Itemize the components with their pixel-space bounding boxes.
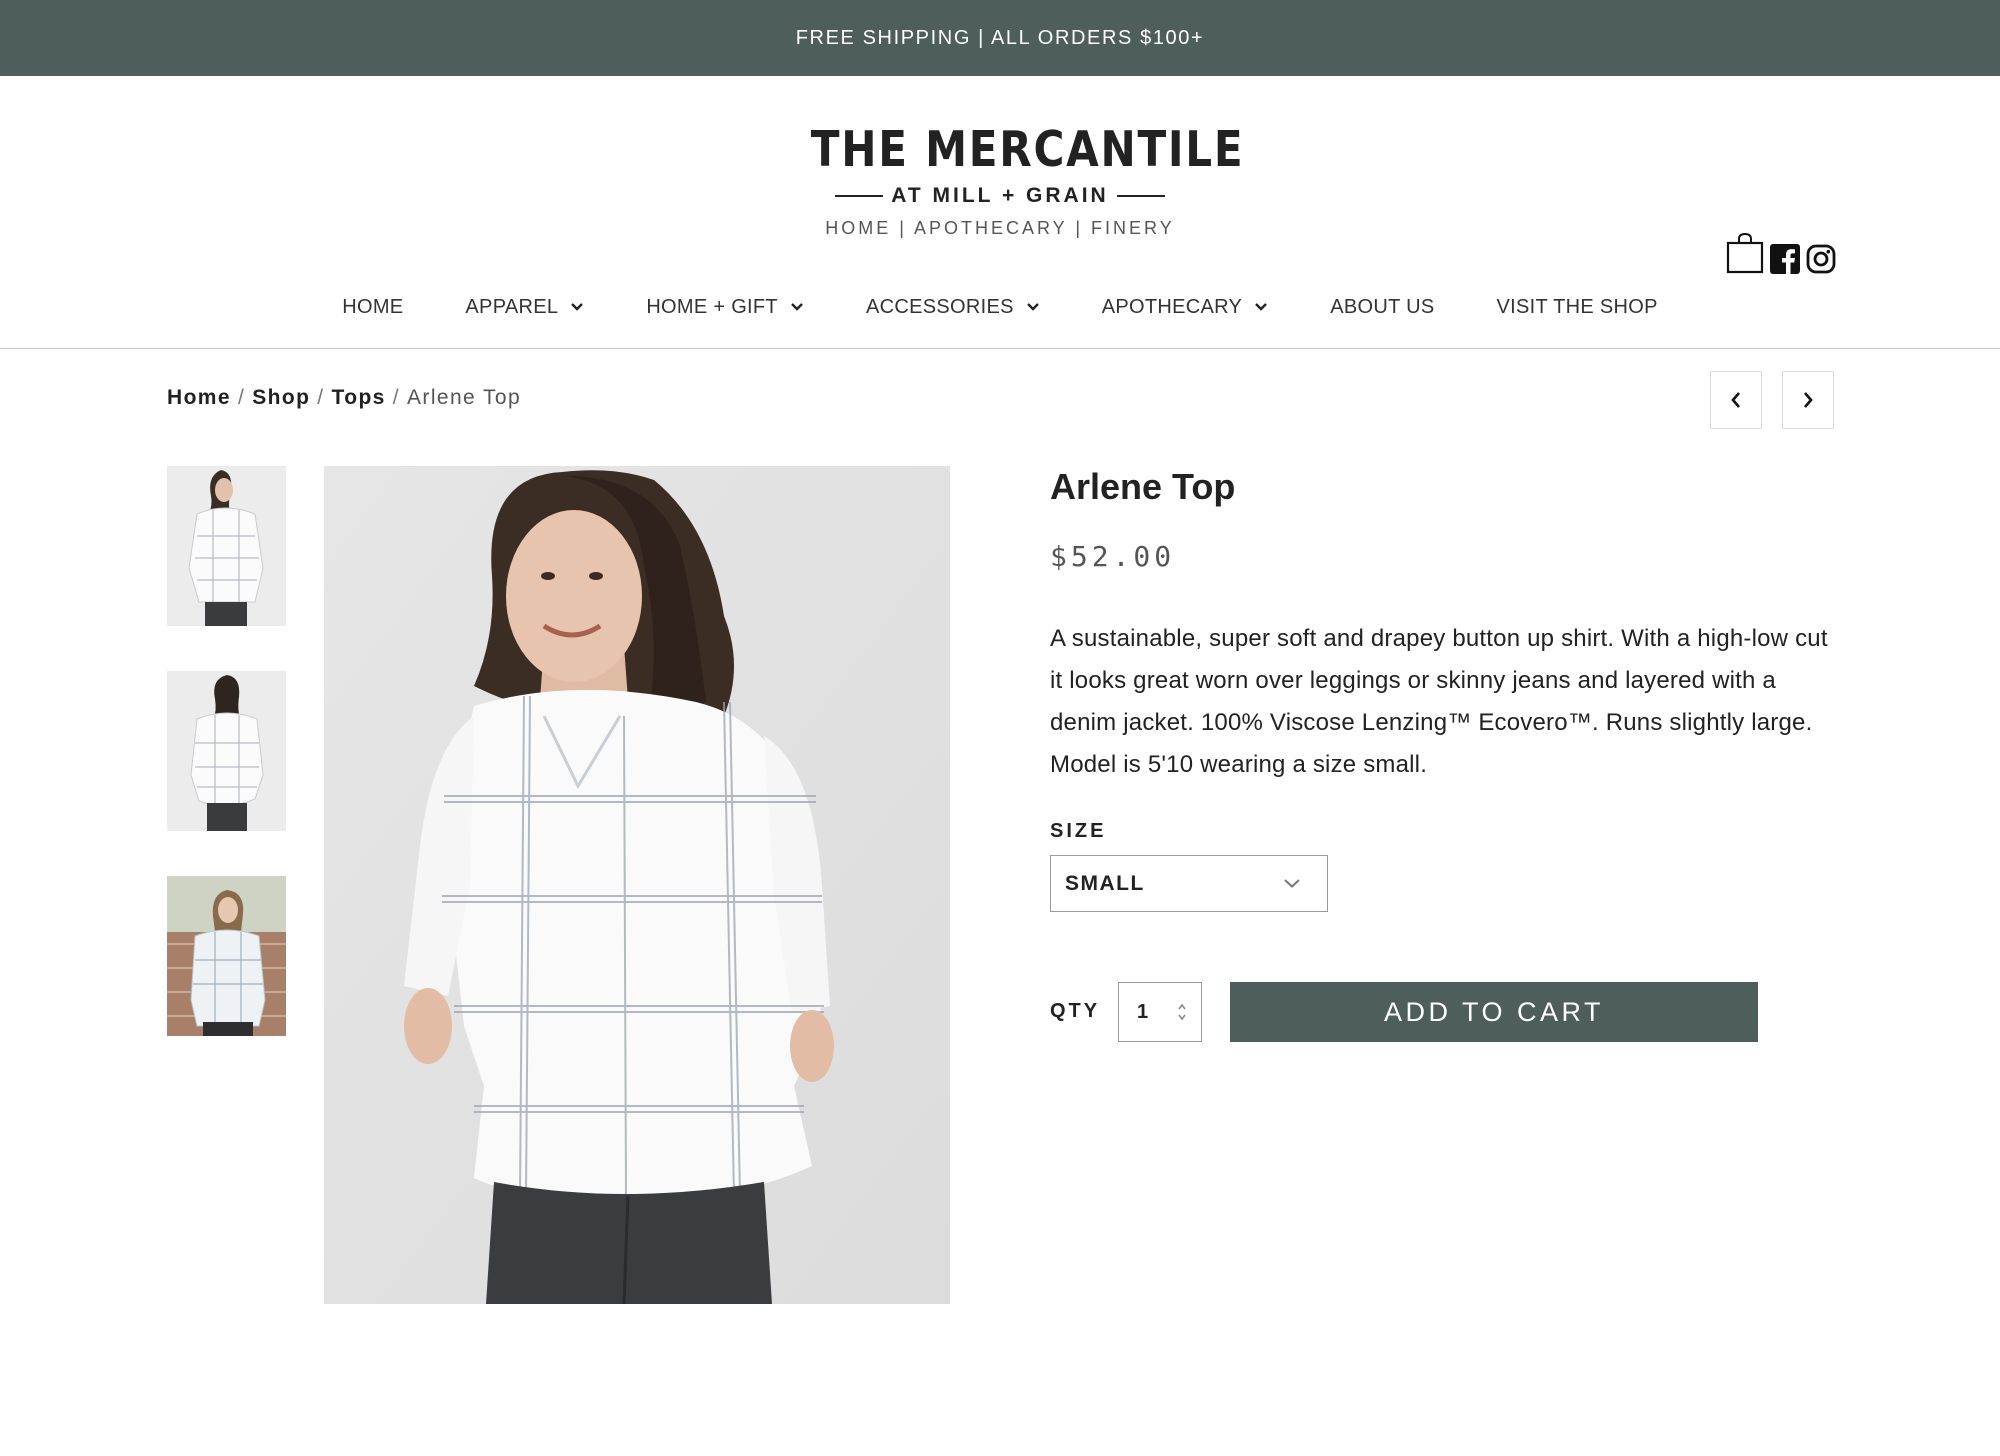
- thumbnail-lifestyle-image: [167, 876, 286, 1036]
- breadcrumb: Home / Shop / Tops / Arlene Top: [167, 386, 521, 410]
- quantity-stepper[interactable]: 1: [1118, 982, 1202, 1042]
- nav-divider: [0, 348, 2000, 349]
- breadcrumb-separator: /: [392, 386, 401, 409]
- nav-item-about-us[interactable]: ABOUT US: [1330, 288, 1434, 326]
- product-thumbnail[interactable]: [167, 671, 286, 831]
- nav-item-home[interactable]: HOME: [342, 288, 403, 326]
- product-thumbnail[interactable]: [167, 876, 286, 1036]
- breadcrumb-link-tops[interactable]: Tops: [332, 386, 386, 409]
- breadcrumb-link-shop[interactable]: Shop: [252, 386, 310, 409]
- size-selected-value: SMALL: [1065, 871, 1145, 895]
- product-photo: [324, 466, 950, 1304]
- chevron-down-icon: [1026, 303, 1039, 311]
- facebook-icon[interactable]: [1770, 244, 1800, 279]
- product-main-image[interactable]: [324, 466, 950, 1304]
- chevron-left-icon: [1731, 392, 1740, 408]
- next-product-button[interactable]: [1782, 371, 1834, 429]
- nav-item-label: ABOUT US: [1330, 295, 1435, 318]
- previous-product-button[interactable]: [1710, 371, 1762, 429]
- add-to-cart-button[interactable]: ADD TO CART: [1230, 982, 1758, 1042]
- quantity-value: 1: [1137, 1000, 1149, 1023]
- size-select[interactable]: SMALL: [1050, 855, 1328, 912]
- nav-item-label: APPAREL: [465, 295, 559, 318]
- main-nav: HOME APPAREL HOME + GIFT ACCESSORIES APO…: [0, 288, 2000, 326]
- logo-rule-left: [835, 195, 884, 197]
- breadcrumb-separator: /: [317, 386, 325, 409]
- nav-item-label: HOME + GIFT: [646, 295, 778, 318]
- thumbnail-back-image: [167, 671, 286, 831]
- breadcrumb-current: Arlene Top: [407, 386, 522, 409]
- nav-item-visit-the-shop[interactable]: VISIT THE SHOP: [1496, 288, 1657, 326]
- header-icons: [1726, 232, 1836, 279]
- breadcrumb-separator: /: [237, 386, 246, 409]
- thumbnail-front-image: [167, 466, 286, 626]
- product-title: Arlene Top: [1050, 466, 1236, 507]
- product-description: A sustainable, super soft and drapey but…: [1050, 625, 1828, 778]
- nav-item-label: VISIT THE SHOP: [1496, 295, 1658, 318]
- site-logo[interactable]: THE MERCANTILE AT MILL + GRAIN HOME | AP…: [780, 120, 1245, 239]
- chevron-down-icon: [1255, 303, 1268, 311]
- size-label: SIZE: [1050, 820, 1107, 842]
- breadcrumb-link-home[interactable]: Home: [167, 386, 231, 409]
- logo-rule-right: [1116, 195, 1165, 197]
- add-to-cart-label: ADD TO CART: [1383, 996, 1605, 1027]
- nav-item-label: ACCESSORIES: [865, 295, 1014, 318]
- nav-item-apothecary[interactable]: APOTHECARY: [1102, 288, 1268, 326]
- chevron-down-icon: [791, 303, 803, 311]
- logo-title: THE MERCANTILE: [810, 121, 1245, 178]
- chevron-down-icon: [1284, 879, 1300, 888]
- nav-item-home-gift[interactable]: HOME + GIFT: [646, 288, 804, 326]
- nav-item-label: APOTHECARY: [1101, 295, 1243, 318]
- logo-subtitle: AT MILL + GRAIN: [891, 184, 1109, 207]
- announcement-text: FREE SHIPPING | ALL ORDERS $100+: [795, 26, 1205, 49]
- product-price: $52.00: [1050, 540, 1176, 573]
- qty-label: QTY: [1050, 1000, 1101, 1022]
- spinner-arrows-icon[interactable]: [1177, 1001, 1187, 1023]
- logo-tagline: HOME | APOTHECARY | FINERY: [825, 218, 1175, 238]
- nav-item-apparel[interactable]: APPAREL: [465, 288, 584, 326]
- announcement-bar: FREE SHIPPING | ALL ORDERS $100+: [0, 0, 2000, 76]
- product-thumbnail[interactable]: [167, 466, 286, 626]
- instagram-icon[interactable]: [1806, 244, 1836, 279]
- chevron-down-icon: [571, 303, 584, 311]
- nav-item-accessories[interactable]: ACCESSORIES: [866, 288, 1040, 326]
- nav-item-label: HOME: [342, 295, 404, 318]
- shopping-bag-icon[interactable]: [1726, 232, 1764, 279]
- logo-subtitle-row: AT MILL + GRAIN: [780, 184, 1220, 208]
- chevron-right-icon: [1804, 392, 1813, 408]
